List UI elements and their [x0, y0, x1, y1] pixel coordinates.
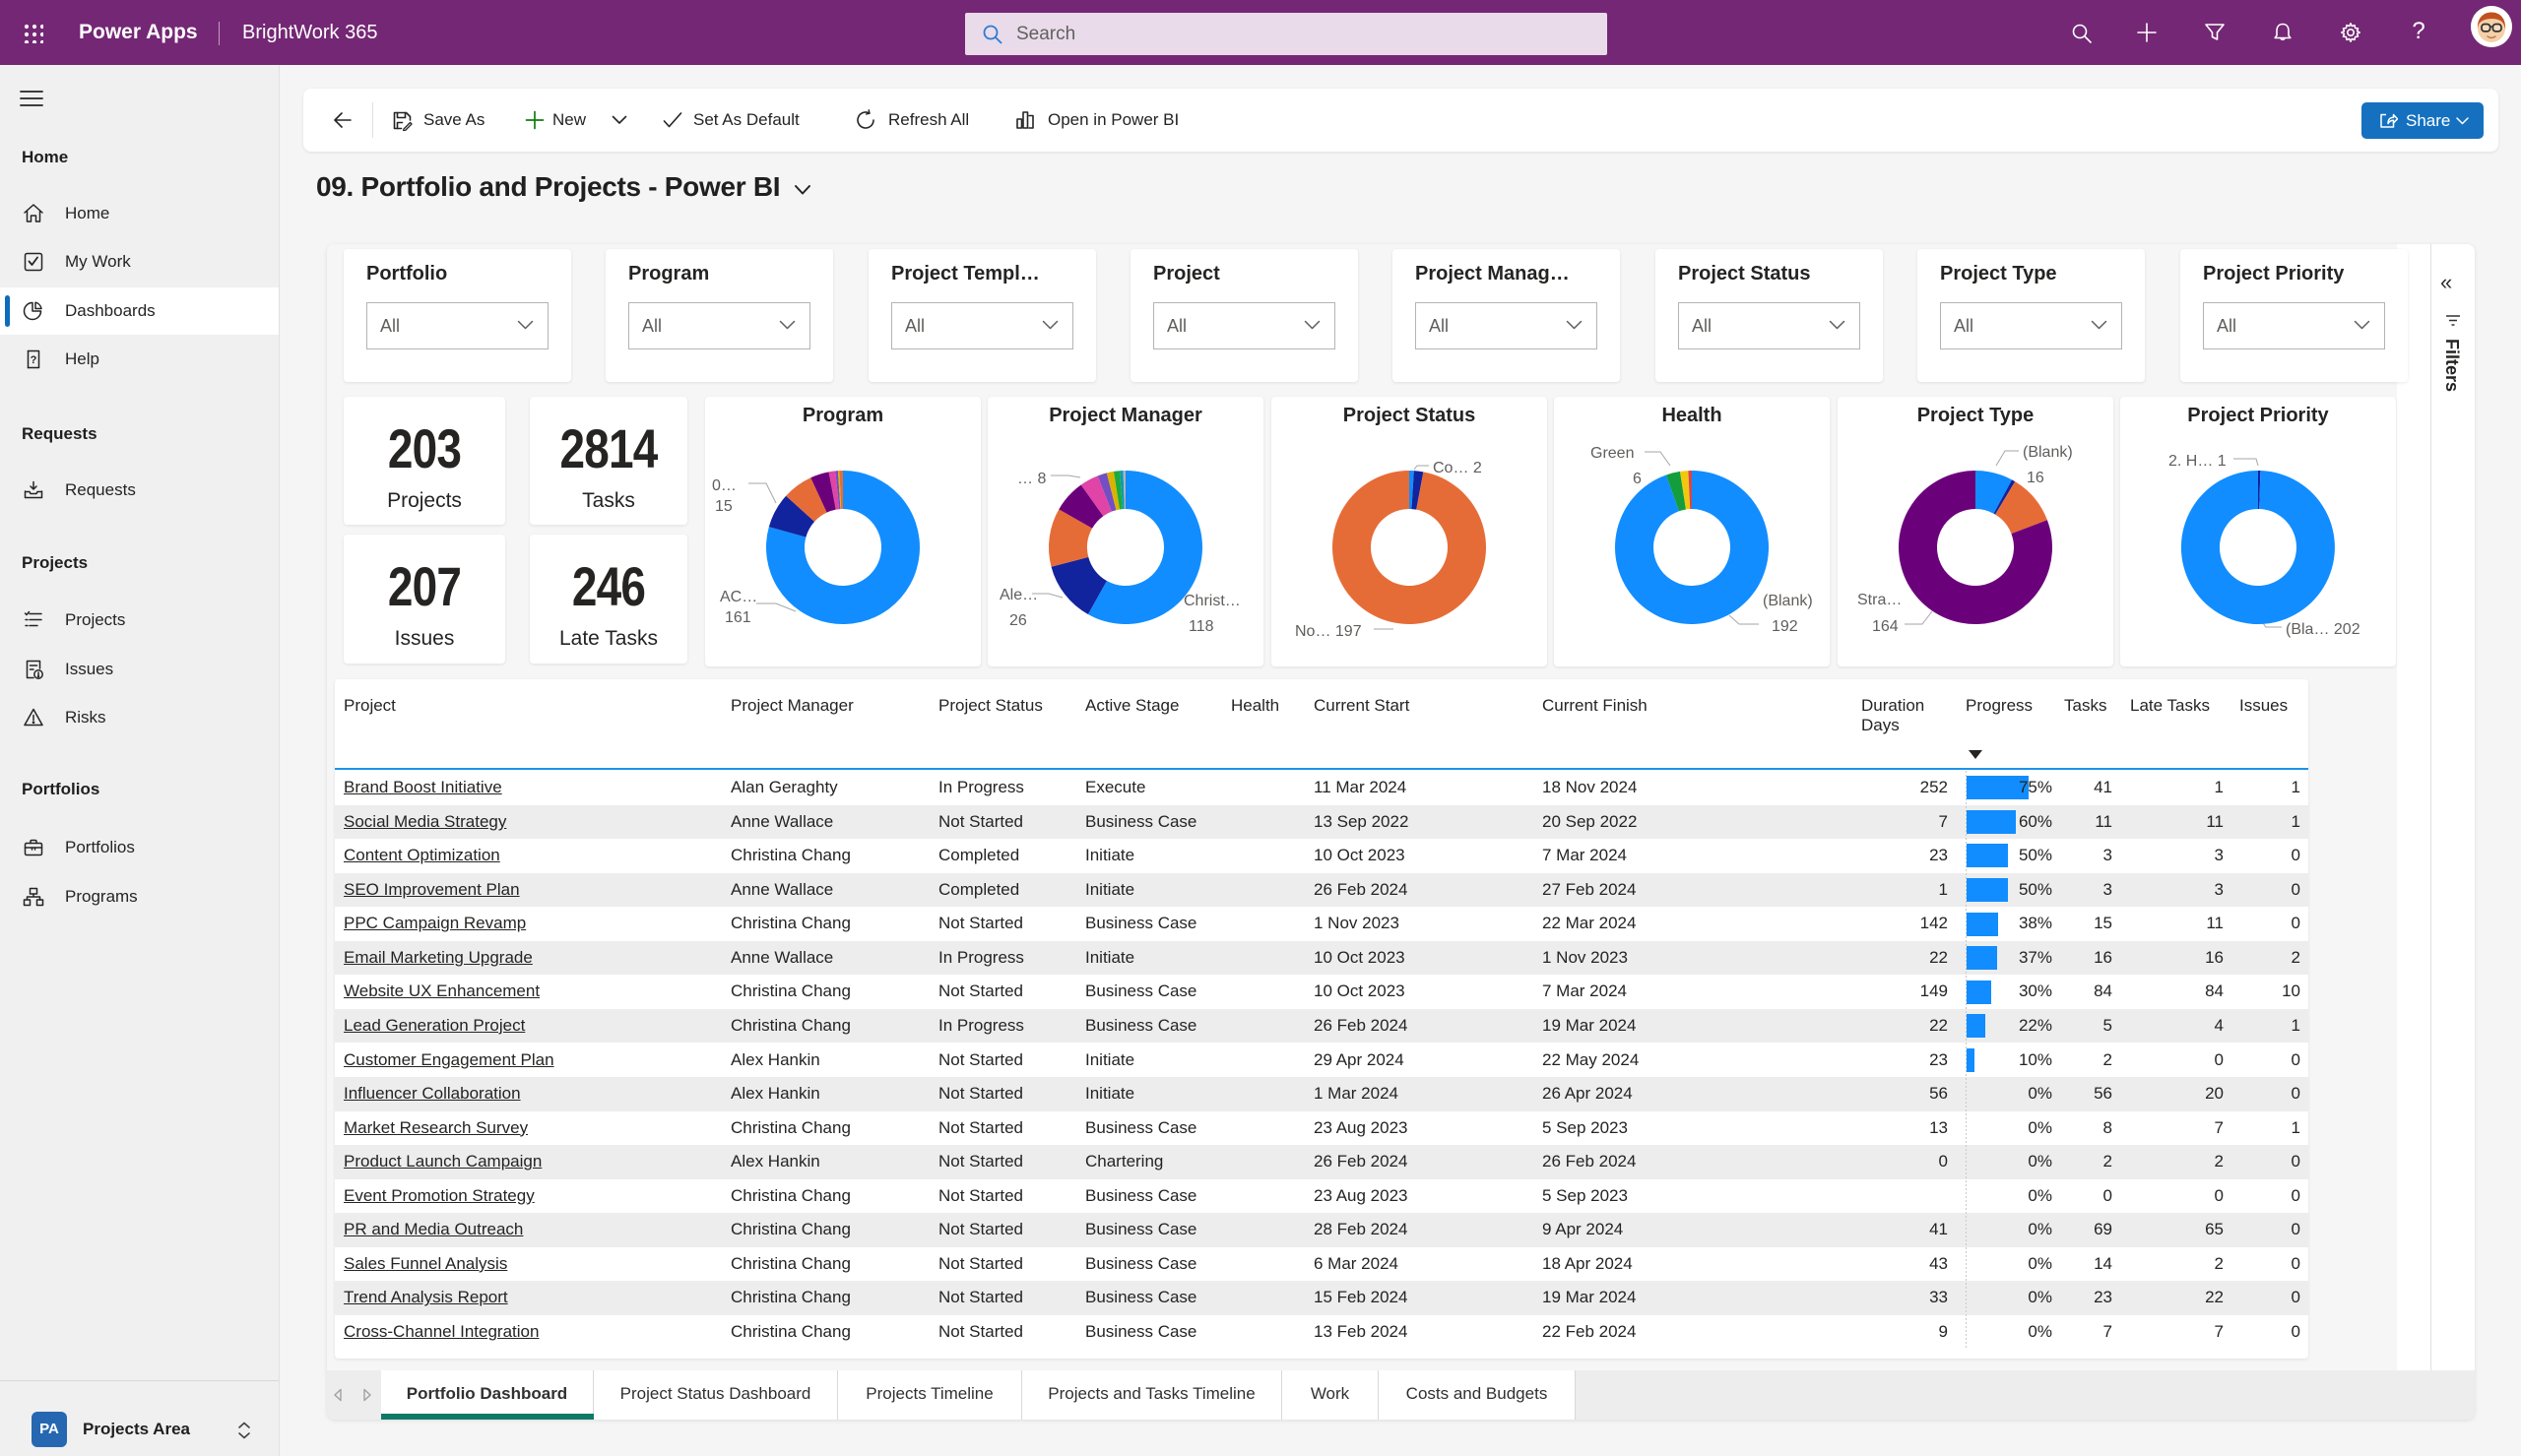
svg-text:?: ?	[31, 354, 37, 366]
